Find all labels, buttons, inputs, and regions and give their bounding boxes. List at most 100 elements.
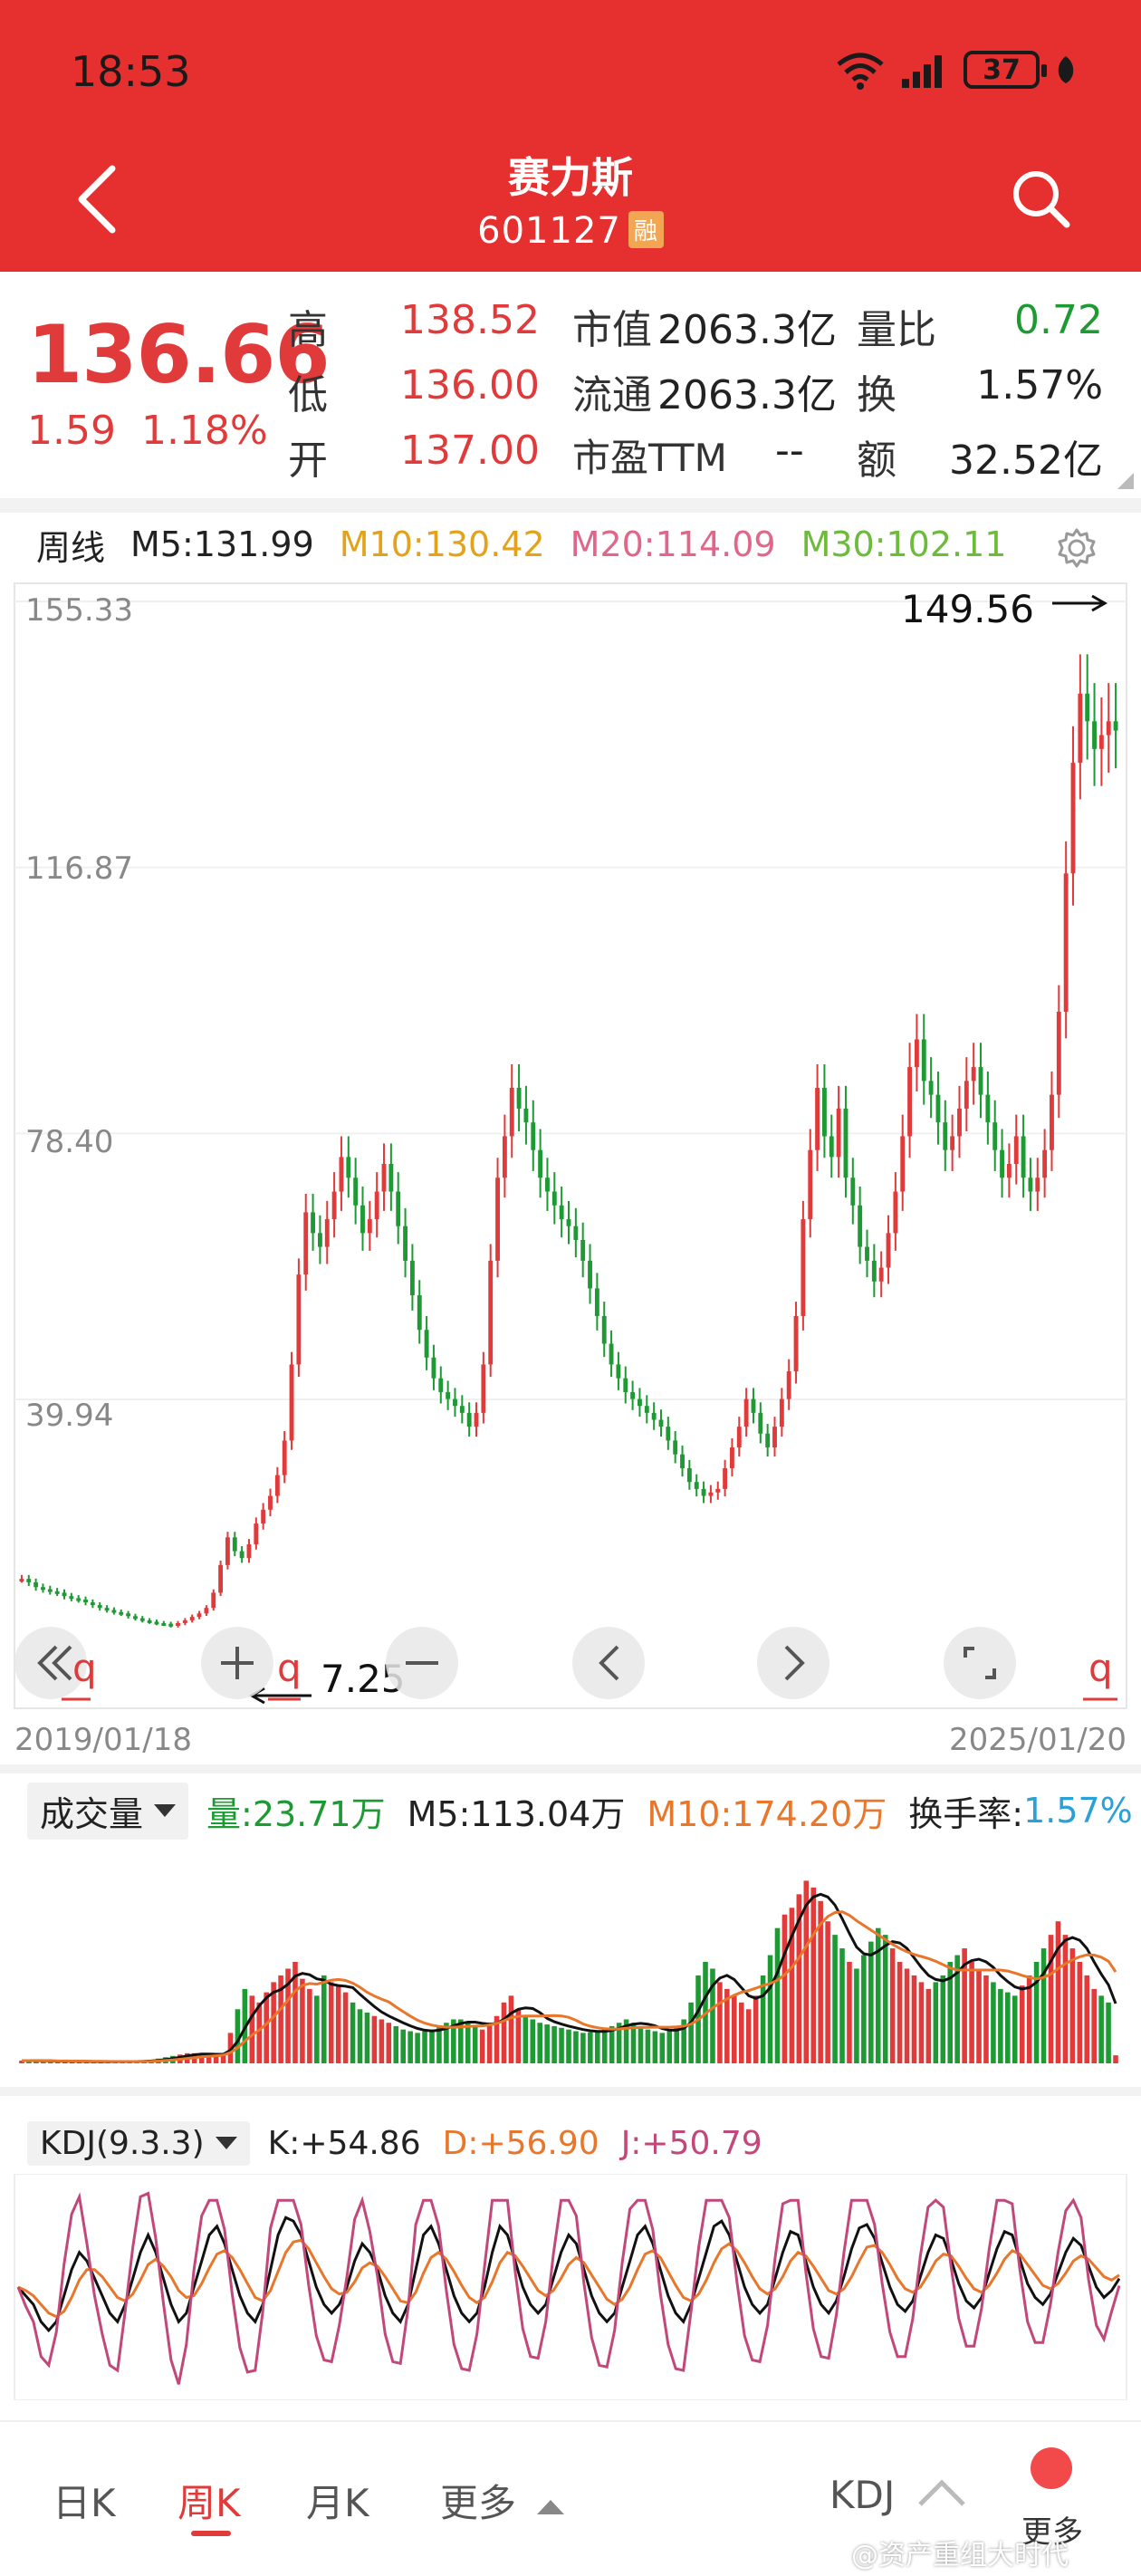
volume-bar [781, 1914, 788, 2063]
kdj-chart[interactable] [0, 2174, 1141, 2400]
candle [488, 1260, 494, 1365]
candles [19, 654, 1118, 1628]
candle [651, 1412, 657, 1420]
volume-bar [991, 1982, 996, 2063]
candle [573, 1226, 579, 1240]
volume-bar [666, 2031, 673, 2063]
volume-bar [379, 2019, 385, 2063]
tab-day-k[interactable]: 日K [53, 2473, 116, 2528]
volume-bar [1062, 1935, 1069, 2063]
candle [126, 1613, 131, 1617]
fullscreen-button[interactable] [944, 1627, 1016, 1699]
candle [1028, 1177, 1033, 1192]
candle [1113, 721, 1118, 731]
candle [957, 1108, 962, 1137]
ma30-value: M30:102.11 [801, 524, 1007, 564]
candle [360, 1205, 365, 1234]
nav-q-mid[interactable]: q [268, 1646, 302, 1701]
candle [453, 1399, 457, 1407]
candle [176, 1622, 180, 1626]
value-volume-ratio: 0.72 [1014, 297, 1103, 343]
turnover-value: 1.57% [1023, 1791, 1133, 1831]
label-market-cap: 市值 [572, 307, 652, 353]
volume-bar [983, 1975, 989, 2063]
candle [424, 1330, 429, 1358]
tab-indicator-kdj[interactable]: KDJ [829, 2473, 967, 2517]
price-y-axis: 155.33 116.87 78.40 39.94 [25, 592, 133, 1434]
kdj-selector[interactable]: KDJ(9.3.3) [27, 2120, 250, 2166]
volume-chart[interactable] [0, 1842, 1141, 2069]
volume-bar [530, 2019, 536, 2063]
battery-level: 37 [983, 53, 1021, 86]
candle [801, 1219, 806, 1316]
volume-bar [717, 1982, 723, 2063]
volume-selector[interactable]: 成交量 [27, 1782, 189, 1840]
tab-indicator-label: KDJ [829, 2473, 896, 2517]
search-button[interactable] [1005, 163, 1078, 235]
y-tick-label: 78.40 [25, 1124, 113, 1160]
candle [914, 1039, 919, 1068]
gear-icon[interactable] [1056, 527, 1098, 569]
nav-q-right[interactable]: q [1083, 1646, 1117, 1701]
candle [374, 1191, 379, 1220]
value-float-cap: 2063.3亿 [657, 372, 837, 418]
candle [346, 1157, 351, 1178]
volume-bar [422, 2031, 427, 2063]
quote-panel: 136.66 1.59 1.18% 高 138.52 市值 2063.3亿 量比… [0, 272, 1141, 498]
candle [1021, 1136, 1026, 1178]
candle [715, 1488, 721, 1493]
candle [47, 1589, 53, 1592]
signal-icon [902, 55, 942, 88]
candle [225, 1537, 230, 1565]
scroll-right-button[interactable] [757, 1627, 829, 1699]
tab-week-k[interactable]: 周K [177, 2473, 241, 2528]
candle [133, 1616, 138, 1620]
candle [502, 1136, 507, 1178]
volume-bar [925, 1988, 932, 2063]
turnover-label: 换手率: [908, 1793, 1024, 1834]
candle [1056, 1012, 1061, 1095]
kdj-selector-label: KDJ(9.3.3) [40, 2124, 205, 2162]
value-low: 136.00 [400, 362, 540, 409]
volume-bar [998, 1988, 1003, 2063]
price-chart[interactable]: 155.33 116.87 78.40 39.94 149.56 7.25 q … [0, 580, 1141, 1784]
tab-more[interactable]: 更多 [440, 2473, 565, 2528]
candle [878, 1267, 884, 1282]
candle [559, 1205, 564, 1220]
candle [1006, 1163, 1012, 1178]
candle [239, 1551, 244, 1559]
candle [232, 1537, 237, 1552]
volume-bar [357, 2009, 363, 2063]
volume-bar [465, 2023, 471, 2063]
candle [971, 1067, 976, 1081]
candle [409, 1260, 415, 1296]
volume-bar [415, 2033, 420, 2063]
candle [438, 1378, 444, 1392]
volume-bar [408, 2031, 413, 2063]
volume-bar [523, 2015, 529, 2063]
tab-month-k[interactable]: 月K [306, 2473, 369, 2528]
candle [474, 1412, 479, 1427]
volume-bar [1033, 1962, 1040, 2063]
leaf-icon [1058, 56, 1074, 83]
more-menu-dot-icon[interactable] [1031, 2447, 1072, 2489]
current-price: 136.66 [27, 308, 331, 401]
candle [481, 1364, 486, 1413]
volume-bar [314, 1995, 320, 2063]
candle [324, 1219, 330, 1247]
price-change: 1.59 1.18% [27, 408, 268, 454]
zoom-out-button[interactable] [386, 1627, 458, 1699]
candle [1035, 1177, 1040, 1192]
candle [928, 1081, 934, 1095]
candle [736, 1427, 742, 1448]
candle [1092, 721, 1097, 749]
volume-bar [595, 2031, 600, 2063]
volume-bar [645, 2029, 651, 2063]
kdj-j-value: J:+50.79 [620, 2124, 762, 2162]
label-float-cap: 流通 [572, 372, 652, 418]
volume-bar [969, 1962, 974, 2063]
scroll-left-button[interactable] [572, 1627, 645, 1699]
volume-bar [551, 2025, 557, 2063]
expand-corner-icon[interactable] [1117, 473, 1134, 489]
zoom-in-button[interactable] [201, 1627, 273, 1699]
